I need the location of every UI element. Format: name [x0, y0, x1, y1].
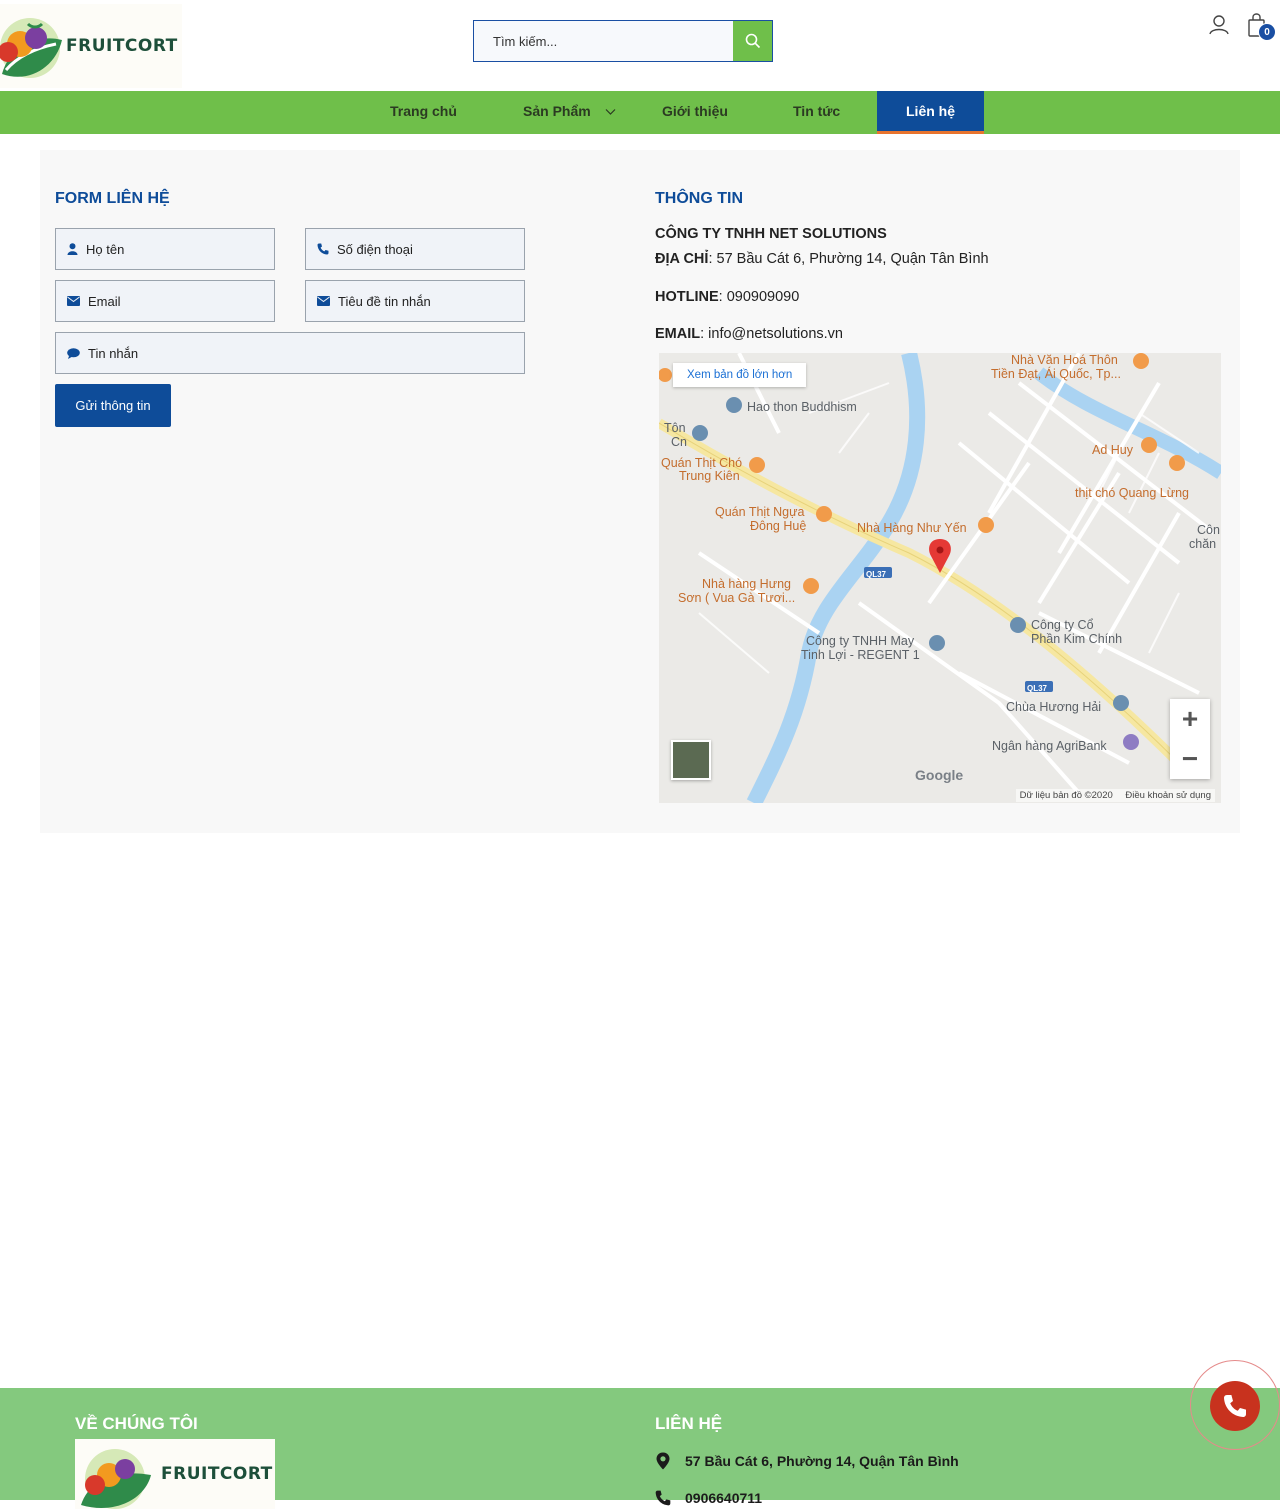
map-label: Ngân hàng AgriBank [992, 739, 1107, 753]
name-field[interactable]: Họ tên [55, 228, 275, 270]
map-label: Sơn ( Vua Gà Tươi... [678, 591, 796, 605]
map-attribution: Dữ liệu bản đồ ©2020 Điều khoản sử dụng [1015, 789, 1215, 802]
footer-about-title: VỀ CHÚNG TÔI [75, 1414, 198, 1433]
footer-phone-text: 0906640711 [685, 1490, 763, 1506]
nav-item-home[interactable]: Trang chủ [390, 91, 457, 131]
map-label: Hao thon Buddhism [747, 400, 857, 414]
brand-name: FRUITCORT [66, 36, 178, 56]
footer-phone[interactable]: 0906640711 [655, 1490, 762, 1506]
footer-contact-title: LIÊN HỆ [655, 1414, 723, 1433]
map-label: Tôn [664, 421, 686, 435]
address-value: 57 Bầu Cát 6, Phường 14, Quận Tân Bình [716, 251, 989, 267]
footer-brand-name: FRUITCORT [161, 1464, 273, 1484]
map-data-credit: Dữ liệu bản đồ ©2020 [1019, 790, 1113, 801]
map-label: Quán Thịt Chó [661, 456, 743, 470]
message-placeholder: Tin nhắn [88, 345, 139, 361]
map-label: Nhà hàng Hưng [702, 577, 791, 591]
map-label: Tinh Lợi - REGENT 1 [801, 648, 920, 662]
search-icon [745, 33, 760, 49]
map-label: Tiền Đạt, Ái Quốc, Tp... [991, 367, 1121, 381]
logo-mark-icon [81, 1449, 151, 1509]
map-label: Trung Kiên [679, 469, 740, 483]
search-bar [473, 20, 773, 62]
view-larger-map-link[interactable]: Xem bản đồ lớn hơn [673, 363, 807, 387]
phone-field[interactable]: Số điện thoại [305, 228, 525, 270]
email-value[interactable]: info@netsolutions.vn [708, 326, 843, 342]
phone-icon [655, 1490, 671, 1506]
map-label: Công ty TNHH May [806, 634, 915, 648]
search-button[interactable] [733, 21, 772, 61]
zoom-controls: + − [1170, 699, 1210, 779]
nav-item-label: Sản Phẩm [523, 103, 591, 119]
map-terms-link[interactable]: Điều khoản sử dụng [1125, 790, 1211, 801]
zoom-out-button[interactable]: − [1170, 739, 1210, 779]
site-footer: VỀ CHÚNG TÔI LIÊN HỆ FRUITCORT 57 Bầu Cá… [0, 1388, 1280, 1509]
site-header: FRUITCORT 0 [0, 0, 1280, 91]
subject-field[interactable]: Tiêu đề tin nhắn [305, 280, 525, 322]
map-label: Đông Huệ [750, 519, 807, 533]
map-label: Cn [671, 435, 687, 449]
chevron-down-icon [605, 108, 616, 115]
footer-address: 57 Bầu Cát 6, Phường 14, Quận Tân Bình [655, 1452, 959, 1470]
subject-placeholder: Tiêu đề tin nhắn [338, 293, 431, 309]
message-field[interactable]: Tin nhắn [55, 332, 525, 374]
main-nav: Trang chủ Sản Phẩm Giới thiệu Tin tức Li… [0, 91, 1280, 134]
map-label: thịt chó Quang Lừng [1075, 486, 1190, 500]
call-button[interactable] [1210, 1381, 1260, 1431]
email-label: EMAIL [655, 326, 701, 342]
map-label: chăn [1189, 537, 1217, 551]
map-label: Nhà Văn Hoá Thôn [1011, 353, 1118, 367]
google-map[interactable]: Xem bản đồ lớn hơn Hao thon Buddhism Tôn… [659, 353, 1221, 803]
email-field[interactable]: Email [55, 280, 275, 322]
map-label: Côn [1197, 523, 1220, 537]
map-label: Nhà Hàng Như Yến [857, 521, 967, 535]
cart-count-badge: 0 [1258, 23, 1276, 41]
map-label: Công ty Cổ [1031, 618, 1094, 632]
zoom-in-button[interactable]: + [1170, 699, 1210, 739]
map-label: Chùa Hương Hải [1006, 700, 1102, 714]
site-logo[interactable]: FRUITCORT [0, 4, 182, 88]
highway-shield-label: QL37 [866, 570, 887, 579]
submit-button[interactable]: Gửi thông tin [55, 384, 171, 427]
comment-icon [67, 347, 80, 359]
envelope-icon [317, 296, 330, 306]
email-placeholder: Email [88, 293, 121, 309]
address-line: ĐỊA CHỈ: 57 Bầu Cát 6, Phường 14, Quận T… [655, 251, 989, 267]
nav-item-about[interactable]: Giới thiệu [662, 91, 728, 131]
address-label: ĐỊA CHỈ [655, 251, 709, 267]
email-line: EMAIL: info@netsolutions.vn [655, 326, 843, 342]
logo-mark-icon [0, 4, 64, 88]
search-input[interactable] [474, 21, 733, 61]
map-label: Ad Huy [1092, 443, 1133, 457]
info-title: THÔNG TIN [655, 190, 743, 207]
hotline-value[interactable]: 090909090 [727, 289, 800, 305]
nav-item-products[interactable]: Sản Phẩm [523, 91, 616, 131]
google-logo: Google [915, 767, 964, 783]
satellite-toggle[interactable] [671, 740, 711, 780]
phone-icon [317, 243, 329, 255]
hotline-label: HOTLINE [655, 289, 719, 305]
footer-logo[interactable]: FRUITCORT [75, 1439, 275, 1509]
location-pin-icon [656, 1452, 670, 1470]
user-icon[interactable] [1208, 14, 1230, 36]
company-name: CÔNG TY TNHH NET SOLUTIONS [655, 226, 887, 242]
map-label: Quán Thịt Ngựa [715, 505, 805, 519]
highway-shield-label: QL37 [1027, 684, 1048, 693]
form-title: FORM LIÊN HỆ [55, 190, 170, 207]
nav-item-contact[interactable]: Liên hệ [877, 91, 985, 134]
contact-section: FORM LIÊN HỆ Họ tên Số điện thoại Email … [40, 150, 1240, 833]
user-solid-icon [67, 243, 78, 255]
company-name-text: CÔNG TY TNHH NET SOLUTIONS [655, 226, 887, 242]
footer-address-text: 57 Bầu Cát 6, Phường 14, Quận Tân Bình [685, 1453, 959, 1469]
map-label: Phần Kim Chính [1031, 632, 1123, 646]
nav-item-news[interactable]: Tin tức [793, 91, 840, 131]
envelope-icon [67, 296, 80, 306]
phone-placeholder: Số điện thoại [337, 241, 413, 257]
hotline-line: HOTLINE: 090909090 [655, 289, 800, 305]
name-placeholder: Họ tên [86, 241, 125, 257]
call-icon [1224, 1395, 1246, 1417]
